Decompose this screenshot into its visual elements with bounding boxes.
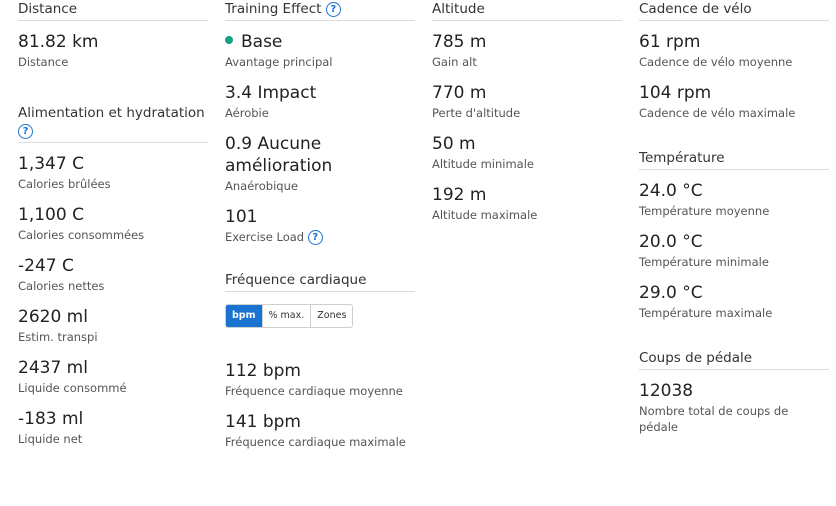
stat-aerobic: 3.4 Impact Aérobie <box>225 82 415 121</box>
stat-label: Liquide net <box>18 432 83 446</box>
stat-label: Fréquence cardiaque moyenne <box>225 384 403 398</box>
stat-value: -183 ml <box>18 409 84 429</box>
stat-value: Base <box>225 31 415 53</box>
stat-altitude-min: 50 m Altitude minimale <box>432 133 622 172</box>
section-title-cadence: Cadence de vélo <box>639 0 829 21</box>
section-title-text: Alimentation et hydratation <box>18 105 205 121</box>
stat-value: 101 <box>225 207 258 227</box>
stat-fluid-consumed: 2437 ml Liquide consommé <box>18 357 208 396</box>
section-title-nutrition: Alimentation et hydratation ? <box>18 104 208 143</box>
stat-exercise-load: 101 Exercise Load ? <box>225 206 415 245</box>
section-title-training-effect: Training Effect ? <box>225 0 415 21</box>
stat-value: 24.0 °C <box>639 181 703 201</box>
toggle-bpm[interactable]: bpm <box>226 305 262 327</box>
toggle-zones[interactable]: Zones <box>310 305 352 327</box>
section-title-altitude: Altitude <box>432 0 622 21</box>
column-altitude: Altitude 785 m Gain alt 770 m Perte d'al… <box>432 0 622 235</box>
help-icon[interactable]: ? <box>18 124 33 139</box>
stat-temp-max: 29.0 °C Température maximale <box>639 282 829 321</box>
stat-fluid-net: -183 ml Liquide net <box>18 408 208 447</box>
stat-value: 2620 ml <box>18 307 88 327</box>
stat-value-text: Base <box>241 32 283 52</box>
stat-label: Calories consommées <box>18 228 145 242</box>
stat-hr-average: 112 bpm Fréquence cardiaque moyenne <box>225 360 415 399</box>
help-icon[interactable]: ? <box>325 2 341 17</box>
stat-label: Température minimale <box>639 255 769 269</box>
stat-anaerobic: 0.9 Aucune amélioration Anaérobique <box>225 133 415 194</box>
stat-value: 141 bpm <box>225 412 301 432</box>
stat-primary-benefit: Base Avantage principal <box>225 31 415 70</box>
stat-value: 20.0 °C <box>639 232 703 252</box>
stat-value: 112 bpm <box>225 361 301 381</box>
stat-value: 81.82 km <box>18 32 99 52</box>
stat-label: Perte d'altitude <box>432 106 521 120</box>
stat-value: -247 C <box>18 256 74 276</box>
status-dot-icon <box>225 36 233 44</box>
stat-value: 12038 <box>639 381 694 401</box>
stat-label: Fréquence cardiaque maximale <box>225 435 406 449</box>
stat-label: Cadence de vélo moyenne <box>639 55 793 69</box>
stat-value: 0.9 Aucune amélioration <box>225 134 333 176</box>
stat-elevation-gain: 785 m Gain alt <box>432 31 622 70</box>
stat-label: Aérobie <box>225 106 269 120</box>
stat-sweat-loss: 2620 ml Estim. transpi <box>18 306 208 345</box>
stat-pedal-strokes: 12038 Nombre total de coups de pédale <box>639 380 829 435</box>
stat-cadence-avg: 61 rpm Cadence de vélo moyenne <box>639 31 829 70</box>
stat-value: 1,347 C <box>18 154 84 174</box>
stat-label: Altitude maximale <box>432 208 538 222</box>
stat-label: Calories brûlées <box>18 177 111 191</box>
stat-hr-max: 141 bpm Fréquence cardiaque maximale <box>225 411 415 450</box>
stat-label: Estim. transpi <box>18 330 98 344</box>
heart-rate-unit-toggle: bpm % max. Zones <box>225 304 354 328</box>
stat-value: 2437 ml <box>18 358 88 378</box>
stat-label: Liquide consommé <box>18 381 127 395</box>
column-distance-nutrition: Distance 81.82 km Distance Alimentation … <box>18 0 208 459</box>
stat-label: Gain alt <box>432 55 477 69</box>
stat-label: Avantage principal <box>225 55 333 69</box>
column-training-heart: Training Effect ? Base Avantage principa… <box>225 0 415 462</box>
stat-label: Température maximale <box>639 306 773 320</box>
stat-value: 50 m <box>432 134 476 154</box>
stat-cadence-max: 104 rpm Cadence de vélo maximale <box>639 82 829 121</box>
stat-label-text: Exercise Load <box>225 230 305 244</box>
stat-label: Température moyenne <box>639 204 770 218</box>
stat-distance: 81.82 km Distance <box>18 31 208 70</box>
stat-value: 785 m <box>432 32 487 52</box>
section-title-heart-rate: Fréquence cardiaque <box>225 271 415 292</box>
stat-calories-net: -247 C Calories nettes <box>18 255 208 294</box>
stat-value: 29.0 °C <box>639 283 703 303</box>
column-cadence-temp: Cadence de vélo 61 rpm Cadence de vélo m… <box>639 0 829 447</box>
stat-elevation-loss: 770 m Perte d'altitude <box>432 82 622 121</box>
stat-value: 61 rpm <box>639 32 701 52</box>
stat-value: 1,100 C <box>18 205 84 225</box>
section-title-pedal-strokes: Coups de pédale <box>639 349 829 370</box>
toggle-percent-max[interactable]: % max. <box>261 305 311 327</box>
stat-temp-min: 20.0 °C Température minimale <box>639 231 829 270</box>
stat-altitude-max: 192 m Altitude maximale <box>432 184 622 223</box>
stat-label: Calories nettes <box>18 279 105 293</box>
section-title-distance: Distance <box>18 0 208 21</box>
stat-value: 104 rpm <box>639 83 712 103</box>
stat-calories-consumed: 1,100 C Calories consommées <box>18 204 208 243</box>
stat-label: Nombre total de coups de pédale <box>639 404 789 434</box>
stat-value: 770 m <box>432 83 487 103</box>
section-title-temperature: Température <box>639 149 829 170</box>
stat-temp-avg: 24.0 °C Température moyenne <box>639 180 829 219</box>
help-icon[interactable]: ? <box>307 230 323 245</box>
stat-label: Altitude minimale <box>432 157 534 171</box>
stat-label: Distance <box>18 55 69 69</box>
stat-label: Cadence de vélo maximale <box>639 106 796 120</box>
stat-calories-burned: 1,347 C Calories brûlées <box>18 153 208 192</box>
stat-label: Exercise Load ? <box>225 229 415 245</box>
stat-value: 192 m <box>432 185 487 205</box>
stat-label: Anaérobique <box>225 179 298 193</box>
stat-value: 3.4 Impact <box>225 83 317 103</box>
section-title-text: Training Effect <box>225 1 322 17</box>
